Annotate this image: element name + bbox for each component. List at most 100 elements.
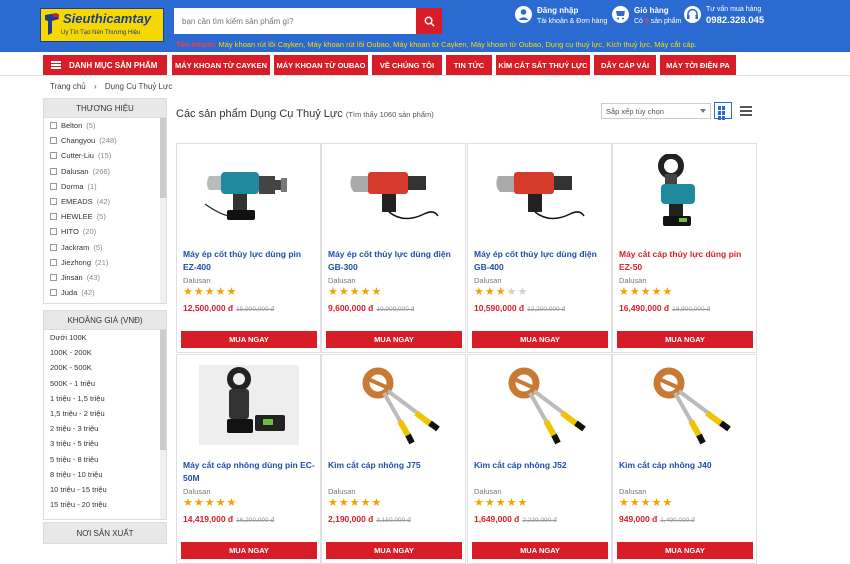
product-name[interactable]: Kìm cắt cáp nhông J52: [474, 459, 606, 472]
brand-filter-item[interactable]: Belton (5): [44, 118, 166, 133]
product-name[interactable]: Máy cắt cáp thủy lực dùng pin EZ-50: [619, 248, 751, 274]
checkbox[interactable]: [50, 198, 57, 206]
product-card[interactable]: Máy ép cốt thủy lực dùng pin EZ-400 Dalus…: [176, 143, 321, 353]
brand-name: HITO: [61, 227, 79, 237]
product-name[interactable]: Kìm cắt cáp nhông J75: [328, 459, 460, 472]
brand-filter-item[interactable]: Changyou (248): [44, 133, 166, 148]
sort-select[interactable]: Sắp xếp tùy chọn: [601, 103, 711, 119]
price-filter-item[interactable]: 2 triệu - 3 triệu: [44, 421, 166, 436]
checkbox[interactable]: [50, 167, 57, 175]
site-logo[interactable]: Sieuthicamtay Uy Tín Tạo Nên Thương Hiệu: [40, 8, 164, 42]
nav-item-news[interactable]: TIN TỨC: [446, 55, 492, 75]
crimper-electric-icon[interactable]: [490, 154, 590, 234]
buy-now-button[interactable]: MUA NGAY: [181, 542, 317, 559]
page-title: Các sản phẩm Dụng Cụ Thuỷ Lực (Tìm thấy …: [176, 108, 434, 120]
sort-select-value: Sắp xếp tùy chọn: [606, 106, 664, 116]
brand-scrollbar[interactable]: [160, 118, 166, 303]
price-scrollbar[interactable]: [160, 330, 166, 519]
cart-link[interactable]: Giỏ hàng Có 0 sản phẩm: [612, 6, 692, 34]
quick-search-links[interactable]: Máy khoan rút lõi Cayken, Máy khoan rút …: [219, 40, 697, 49]
price-filter-item[interactable]: 10 triệu - 15 triệu: [44, 482, 166, 497]
list-view-icon[interactable]: [737, 102, 755, 119]
product-name[interactable]: Kìm cắt cáp nhông J40: [619, 459, 751, 472]
grid-view-icon[interactable]: [714, 102, 732, 120]
price-filter-item[interactable]: 1,5 triệu - 2 triệu: [44, 406, 166, 421]
checkbox[interactable]: [50, 243, 57, 251]
support-hotline[interactable]: Tư vấn mua hàng 0982.328.045: [684, 6, 804, 34]
product-old-price: 15,900,000 đ: [236, 306, 275, 313]
ratchet-cutter-icon[interactable]: [490, 365, 590, 445]
checkbox[interactable]: [50, 182, 57, 190]
nav-item-hoist[interactable]: MÁY TỜI ĐIỆN PA: [660, 55, 736, 75]
price-filter-item[interactable]: 100K - 200K: [44, 345, 166, 360]
nav-item-about[interactable]: VỀ CHÚNG TÔI: [372, 55, 442, 75]
brand-filter-item[interactable]: Jinsan (43): [44, 270, 166, 285]
product-name[interactable]: Máy ép cốt thủy lực dùng điện GB-300: [328, 248, 460, 274]
product-card[interactable]: Máy ép cốt thủy lực dùng điện GB-300 Dalu…: [321, 143, 466, 353]
product-card[interactable]: Kìm cắt cáp nhông J40 Dalusan ★ ★ ★ ★ ★ 949,000…: [612, 354, 757, 564]
checkbox[interactable]: [50, 122, 57, 130]
crimper-battery-icon[interactable]: [199, 154, 299, 234]
ratchet-cutter-icon[interactable]: [635, 365, 735, 445]
checkbox[interactable]: [50, 152, 57, 160]
nav-item-oubao[interactable]: MÁY KHOAN TỪ OUBAO: [274, 55, 368, 75]
checkbox[interactable]: [50, 258, 57, 266]
price-scroll-thumb[interactable]: [160, 330, 166, 450]
brand-scroll-thumb[interactable]: [160, 118, 166, 198]
brand-filter-item[interactable]: Jackram (5): [44, 240, 166, 255]
ratchet-cutter-icon[interactable]: [344, 365, 444, 445]
brand-filter-item[interactable]: HEWLEE (5): [44, 209, 166, 224]
brand-filter-item[interactable]: Cutter-Liu (15): [44, 148, 166, 163]
price-filter-item[interactable]: 5 triệu - 8 triệu: [44, 452, 166, 467]
nav-item-hydraulic-cutter[interactable]: KÌM CẮT SẮT THUỶ LỰC: [496, 55, 590, 75]
product-name[interactable]: Máy ép cốt thủy lực dùng pin EZ-400: [183, 248, 315, 274]
star-icon: ★: [651, 497, 662, 509]
search-input[interactable]: [174, 8, 416, 34]
brand-filter-item[interactable]: Juda (42): [44, 285, 166, 300]
drill-logo-icon: [45, 13, 59, 35]
brand-count: (5): [86, 121, 96, 131]
buy-now-button[interactable]: MUA NGAY: [472, 331, 608, 348]
product-card[interactable]: Máy ép cốt thủy lực dùng điện GB-400 Dalu…: [467, 143, 612, 353]
brand-filter-item[interactable]: Dorma (1): [44, 179, 166, 194]
buy-now-button[interactable]: MUA NGAY: [181, 331, 317, 348]
price-filter-item[interactable]: 1 triệu - 1,5 triệu: [44, 391, 166, 406]
product-card[interactable]: Kìm cắt cáp nhông J75 Dalusan ★ ★ ★ ★ ★ 2,190,0…: [321, 354, 466, 564]
cable-cutter-black-icon[interactable]: [199, 365, 299, 445]
checkbox[interactable]: [50, 213, 57, 221]
buy-now-button[interactable]: MUA NGAY: [326, 542, 462, 559]
price-filter-item[interactable]: 500K - 1 triệu: [44, 376, 166, 391]
price-filter-item[interactable]: Dưới 100K: [44, 330, 166, 345]
cable-cutter-battery-icon[interactable]: [635, 153, 735, 234]
product-card[interactable]: Máy cắt cáp thủy lực dùng pin EZ-50 Dalus…: [612, 143, 757, 353]
price-filter-item[interactable]: 3 triệu - 5 triệu: [44, 436, 166, 451]
price-filter-item[interactable]: 15 triệu - 20 triệu: [44, 497, 166, 512]
product-card[interactable]: Máy cắt cáp nhông dùng pin EC-50M Dalusan…: [176, 354, 321, 564]
crimper-electric-icon[interactable]: [344, 154, 444, 234]
brand-filter-item[interactable]: Dalusan (266): [44, 164, 166, 179]
buy-now-button[interactable]: MUA NGAY: [617, 331, 753, 348]
search-button[interactable]: [416, 8, 442, 34]
checkbox[interactable]: [50, 137, 57, 145]
checkbox[interactable]: [50, 228, 57, 236]
buy-now-button[interactable]: MUA NGAY: [326, 331, 462, 348]
checkbox[interactable]: [50, 289, 57, 297]
price-filter-title: KHOẢNG GIÁ (VNĐ): [43, 310, 167, 330]
price-filter-item[interactable]: 8 triệu - 10 triệu: [44, 467, 166, 482]
checkbox[interactable]: [50, 273, 57, 281]
buy-now-button[interactable]: MUA NGAY: [472, 542, 608, 559]
category-menu-button[interactable]: DANH MỤC SẢN PHẨM: [43, 55, 167, 75]
brand-filter-item[interactable]: HITO (20): [44, 224, 166, 239]
login-link[interactable]: Đăng nhập Tài khoản & Đơn hàng: [515, 6, 607, 34]
product-name[interactable]: Máy ép cốt thủy lực dùng điện GB-400: [474, 248, 606, 274]
nav-item-cayken[interactable]: MÁY KHOAN TỪ CAYKEN: [172, 55, 270, 75]
brand-filter-item[interactable]: EMEADS (42): [44, 194, 166, 209]
breadcrumb-home[interactable]: Trang chủ: [50, 82, 86, 91]
product-brand: Dalusan: [474, 487, 502, 496]
brand-filter-item[interactable]: Jiezhong (21): [44, 255, 166, 270]
product-card[interactable]: Kìm cắt cáp nhông J52 Dalusan ★ ★ ★ ★ ★ 1,649,0…: [467, 354, 612, 564]
buy-now-button[interactable]: MUA NGAY: [617, 542, 753, 559]
nav-item-sling[interactable]: DÂY CÁP VẢI: [594, 55, 656, 75]
product-name[interactable]: Máy cắt cáp nhông dùng pin EC-50M: [183, 459, 315, 485]
price-filter-item[interactable]: 200K - 500K: [44, 360, 166, 375]
